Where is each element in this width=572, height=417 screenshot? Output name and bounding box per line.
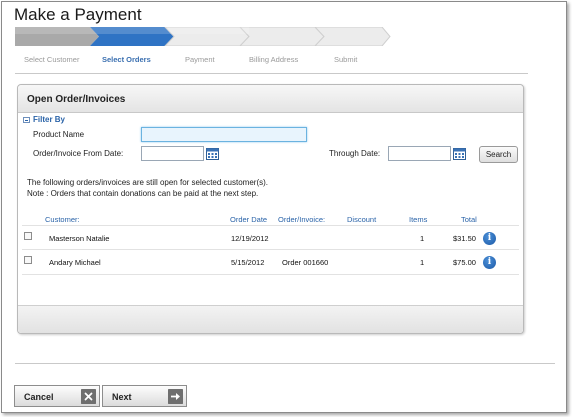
- wizard-progress: [15, 27, 391, 46]
- column-header-discount[interactable]: Discount: [347, 215, 376, 224]
- calendar-icon[interactable]: [453, 147, 466, 160]
- panel-title: Open Order/Invoices: [27, 94, 126, 105]
- row-order-date: 12/19/2012: [231, 234, 269, 243]
- column-header-order-date[interactable]: Order Date: [230, 215, 267, 224]
- wizard-label-select-customer[interactable]: Select Customer: [24, 55, 79, 64]
- wizard-label-billing-address: Billing Address: [249, 55, 299, 64]
- panel-footer: [18, 305, 523, 333]
- filter-by-label: Filter By: [33, 115, 66, 124]
- cancel-button-label: Cancel: [24, 392, 54, 402]
- next-button[interactable]: Next: [102, 385, 187, 407]
- wizard-label-payment: Payment: [185, 55, 215, 64]
- table-header-divider: [22, 225, 519, 226]
- footer-divider: [15, 363, 555, 364]
- from-date-input[interactable]: [141, 146, 204, 161]
- row-divider: [22, 249, 519, 250]
- search-button[interactable]: Search: [479, 146, 518, 163]
- open-orders-note: The following orders/invoices are still …: [27, 178, 268, 187]
- column-header-total[interactable]: Total: [461, 215, 477, 224]
- wizard-label-submit: Submit: [334, 55, 358, 64]
- panel-header: Open Order/Invoices: [18, 85, 523, 113]
- through-date-input[interactable]: [388, 146, 451, 161]
- header-divider: [15, 73, 528, 74]
- wizard-step-submit: [314, 27, 391, 46]
- row-total: $31.50: [453, 234, 476, 243]
- wizard-label-select-orders[interactable]: Select Orders: [102, 55, 151, 64]
- column-header-customer[interactable]: Customer:: [45, 215, 80, 224]
- through-date-label: Through Date:: [329, 149, 381, 158]
- calendar-icon[interactable]: [206, 147, 219, 160]
- row-order-invoice: Order 001660: [282, 258, 329, 267]
- row-customer: Andary Michael: [49, 258, 101, 267]
- row-checkbox[interactable]: [24, 256, 32, 264]
- next-button-label: Next: [112, 392, 132, 402]
- info-icon[interactable]: i: [483, 256, 496, 269]
- collapse-icon: [23, 116, 30, 123]
- close-icon: [81, 389, 96, 404]
- page-title: Make a Payment: [14, 5, 142, 24]
- column-header-order-invoice[interactable]: Order/Invoice:: [278, 215, 325, 224]
- row-divider: [22, 274, 519, 275]
- column-header-items[interactable]: Items: [409, 215, 427, 224]
- open-orders-panel: Open Order/Invoices Filter By Product Na…: [17, 84, 524, 334]
- wizard-step-billing-address: [239, 27, 325, 46]
- info-icon[interactable]: i: [483, 232, 496, 245]
- row-items: 1: [420, 258, 425, 267]
- product-name-input[interactable]: [141, 127, 307, 142]
- row-items: 1: [420, 234, 425, 243]
- row-order-date: 5/15/2012: [231, 258, 265, 267]
- cancel-button[interactable]: Cancel: [14, 385, 100, 407]
- from-date-label: Order/Invoice From Date:: [33, 149, 124, 158]
- row-total: $75.00: [453, 258, 476, 267]
- product-name-label: Product Name: [33, 130, 85, 139]
- arrow-right-icon: [168, 389, 183, 404]
- filter-by-toggle[interactable]: Filter By: [23, 115, 65, 124]
- donations-note: Note : Orders that contain donations can…: [27, 189, 259, 198]
- row-customer: Masterson Natalie: [49, 234, 110, 243]
- row-checkbox[interactable]: [24, 232, 32, 240]
